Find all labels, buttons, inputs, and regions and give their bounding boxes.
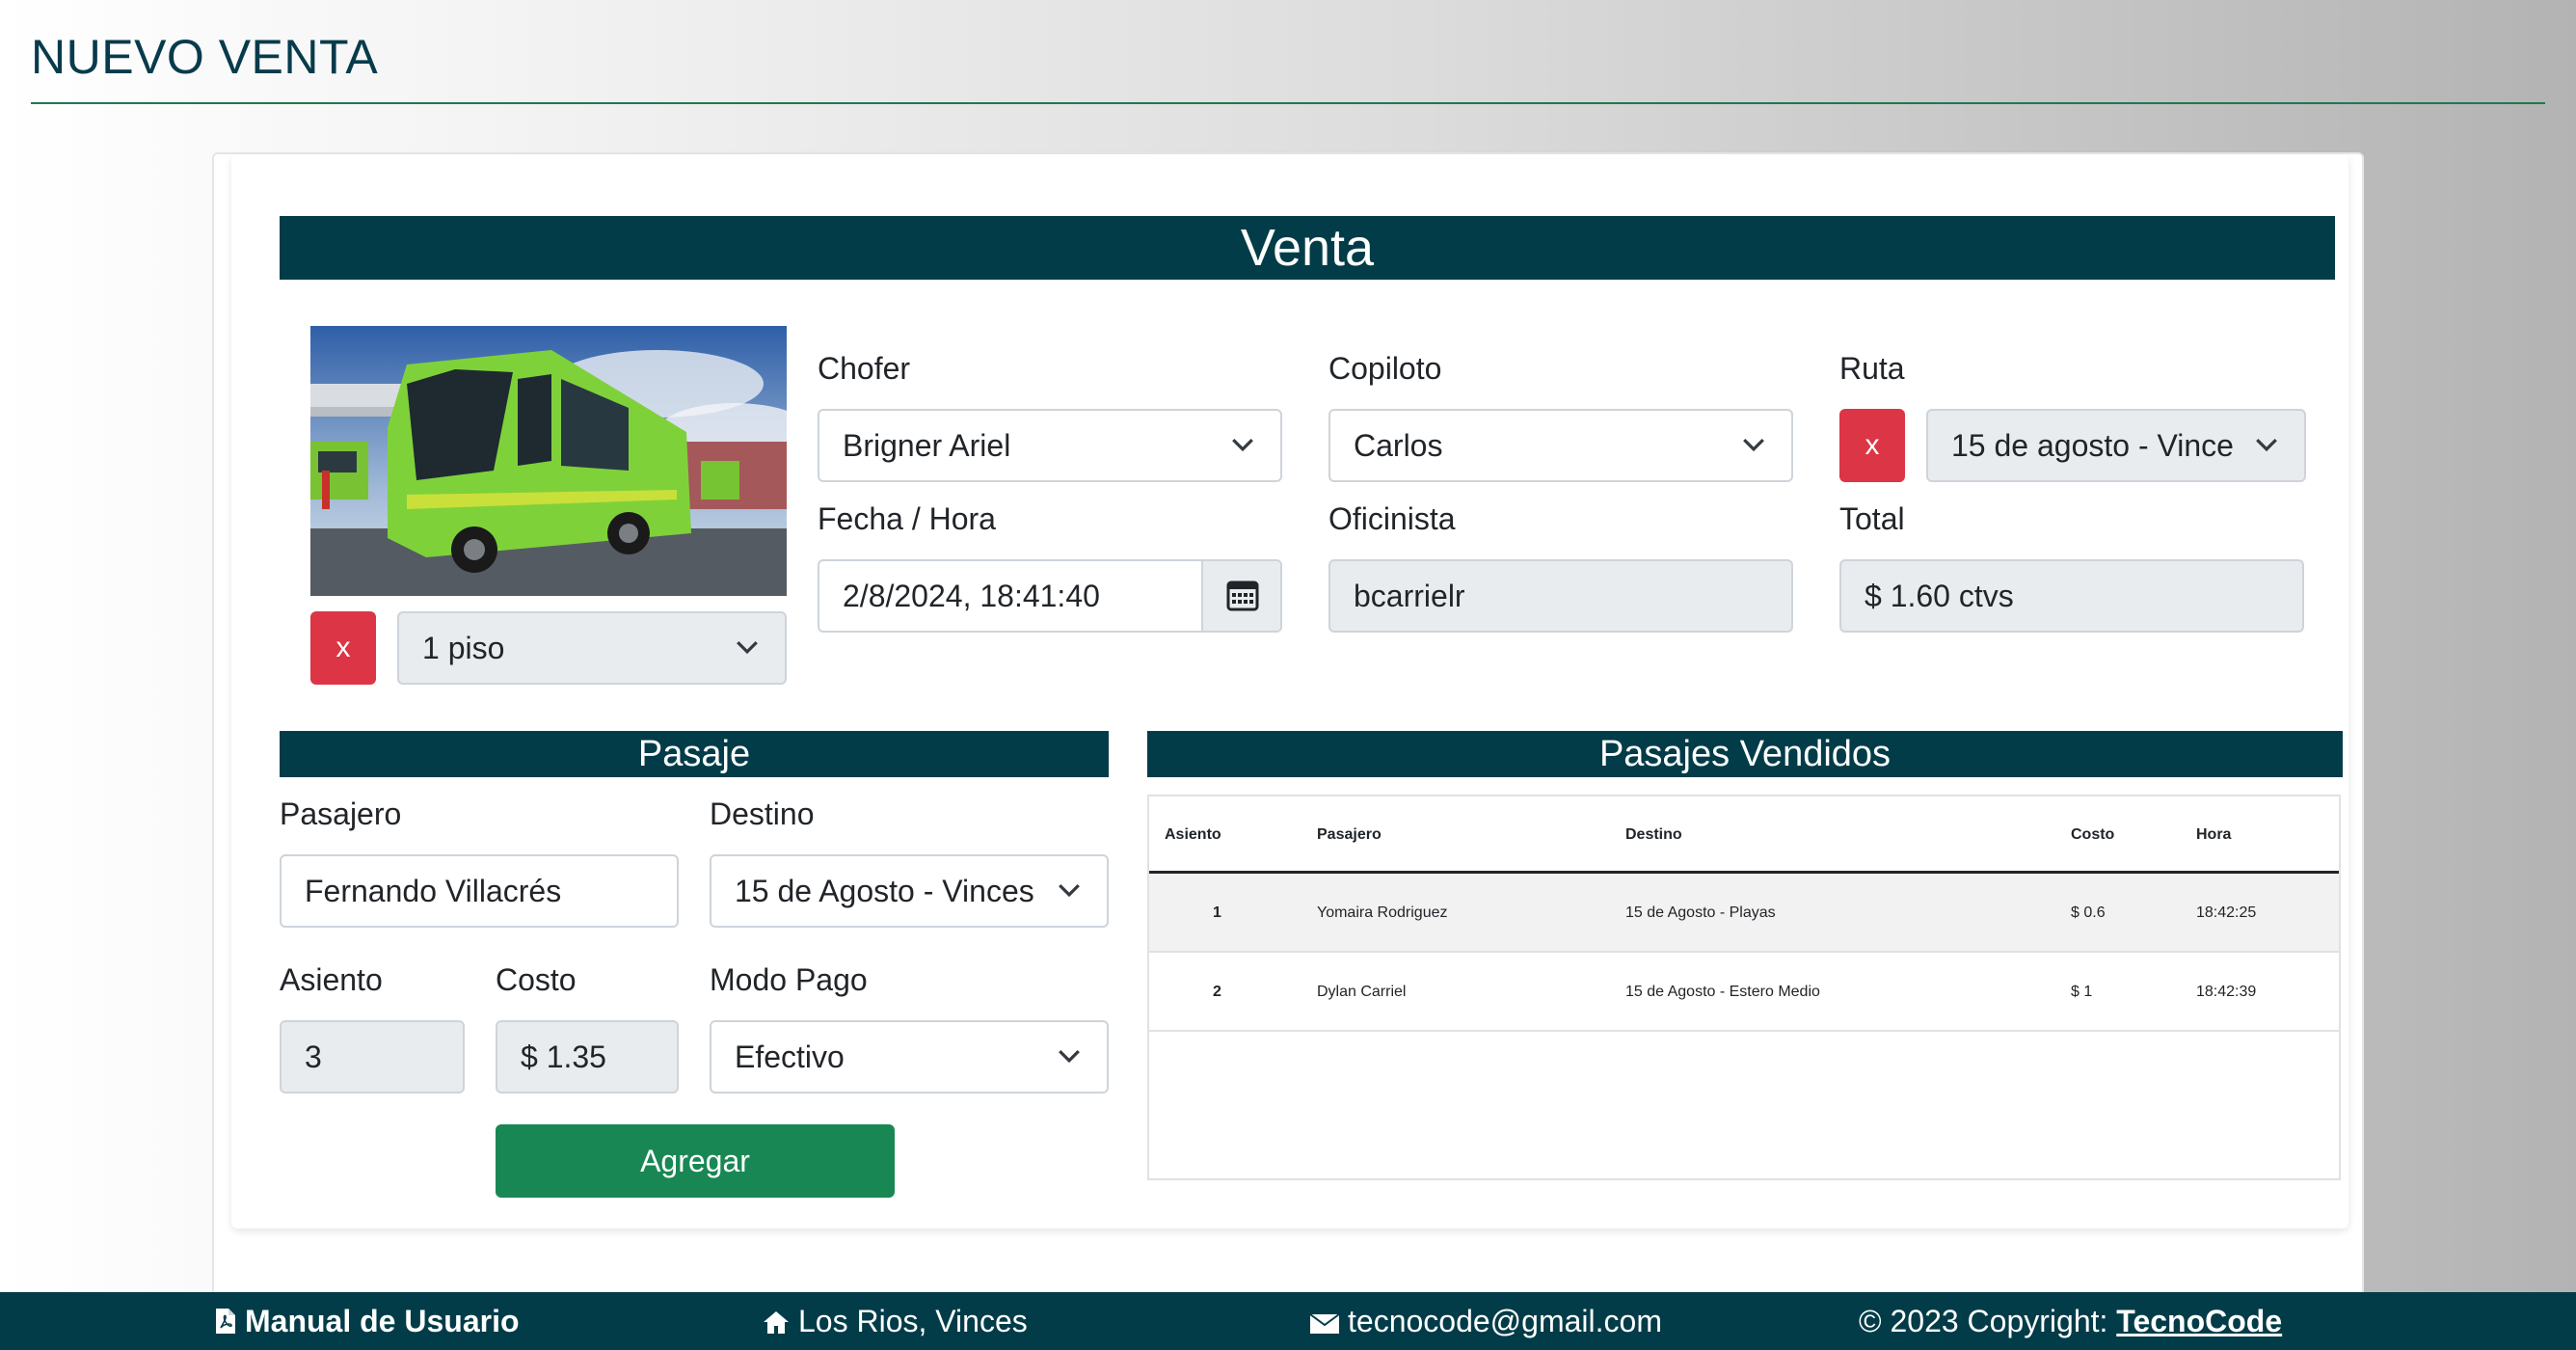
copiloto-label: Copiloto xyxy=(1328,351,1442,386)
venta-card: Venta x 1 piso Chofer Brigner Ariel Copi… xyxy=(231,154,2348,1228)
bus-image xyxy=(310,326,787,596)
chevron-down-icon xyxy=(1743,438,1764,452)
location-label: Los Rios, Vinces xyxy=(798,1304,1028,1338)
asiento-label: Asiento xyxy=(280,962,383,997)
row-hora: 18:42:39 xyxy=(2196,984,2257,1000)
oficinista-value: bcarrielr xyxy=(1354,579,1465,613)
table-row[interactable]: 1 Yomaira Rodriguez 15 de Agosto - Playa… xyxy=(1149,874,2339,953)
row-asiento: 2 xyxy=(1213,984,1221,1000)
asiento-value: 3 xyxy=(305,1040,322,1074)
column-header-destino: Destino xyxy=(1625,826,1682,843)
chofer-label: Chofer xyxy=(818,351,911,386)
row-destino: 15 de Agosto - Estero Medio xyxy=(1625,984,1820,1000)
total-label: Total xyxy=(1839,501,1905,536)
column-header-costo: Costo xyxy=(2071,826,2115,843)
venta-header: Venta xyxy=(280,216,2335,280)
row-costo: $ 1 xyxy=(2071,984,2093,1000)
chevron-down-icon xyxy=(1059,1049,1080,1064)
costo-field: $ 1.35 xyxy=(496,1020,679,1094)
column-header-hora: Hora xyxy=(2196,826,2232,843)
modo-pago-select[interactable]: Efectivo xyxy=(710,1020,1109,1094)
main-card: Venta x 1 piso Chofer Brigner Ariel Copi… xyxy=(212,152,2364,1350)
page-header: NUEVO VENTA xyxy=(31,29,2545,104)
column-header-asiento: Asiento xyxy=(1165,826,1221,843)
asiento-field: 3 xyxy=(280,1020,465,1094)
chevron-down-icon xyxy=(737,640,758,655)
calendar-icon xyxy=(1226,580,1259,611)
email[interactable]: tecnocode@gmail.com xyxy=(1309,1292,1662,1350)
page-title: NUEVO VENTA xyxy=(31,30,379,84)
costo-label: Costo xyxy=(496,962,577,997)
ruta-select-value: 15 de agosto - Vince xyxy=(1951,428,2234,463)
table-header-row: Asiento Pasajero Destino Costo Hora xyxy=(1149,796,2339,874)
agregar-button[interactable]: Agregar xyxy=(496,1124,895,1198)
tecnocode-link[interactable]: TecnoCode xyxy=(2116,1304,2282,1338)
chofer-select[interactable]: Brigner Ariel xyxy=(818,409,1282,482)
envelope-icon xyxy=(1309,1313,1340,1334)
row-asiento: 1 xyxy=(1213,904,1221,921)
manual-link[interactable]: Manual de Usuario xyxy=(214,1292,520,1350)
oficinista-field: bcarrielr xyxy=(1328,559,1793,633)
modo-pago-select-value: Efectivo xyxy=(735,1040,845,1074)
remove-ruta-button[interactable]: x xyxy=(1839,409,1905,482)
destino-label: Destino xyxy=(710,796,815,831)
copiloto-select[interactable]: Carlos xyxy=(1328,409,1793,482)
copyright-label: © 2023 Copyright: xyxy=(1859,1304,2117,1338)
piso-select[interactable]: 1 piso xyxy=(397,611,787,685)
pasaje-header: Pasaje xyxy=(280,731,1109,777)
oficinista-label: Oficinista xyxy=(1328,501,1456,536)
row-hora: 18:42:25 xyxy=(2196,904,2257,921)
pasajero-label: Pasajero xyxy=(280,796,402,831)
pasajes-vendidos-table: Asiento Pasajero Destino Costo Hora 1 Yo… xyxy=(1147,795,2341,1180)
fecha-label: Fecha / Hora xyxy=(818,501,996,536)
total-value: $ 1.60 ctvs xyxy=(1865,579,2014,613)
row-destino: 15 de Agosto - Playas xyxy=(1625,904,1776,921)
pasajero-input[interactable]: Fernando Villacrés xyxy=(280,854,679,928)
table-row[interactable]: 2 Dylan Carriel 15 de Agosto - Estero Me… xyxy=(1149,953,2339,1032)
manual-label: Manual de Usuario xyxy=(245,1304,520,1338)
remove-piso-button[interactable]: x xyxy=(310,611,376,685)
column-header-pasajero: Pasajero xyxy=(1317,826,1382,843)
total-field: $ 1.60 ctvs xyxy=(1839,559,2304,633)
pasajero-value: Fernando Villacrés xyxy=(305,874,562,908)
chevron-down-icon xyxy=(2256,438,2277,452)
row-pasajero: Yomaira Rodriguez xyxy=(1317,904,1448,921)
email-label: tecnocode@gmail.com xyxy=(1348,1304,1662,1338)
row-costo: $ 0.6 xyxy=(2071,904,2106,921)
chofer-select-value: Brigner Ariel xyxy=(843,428,1011,463)
row-pasajero: Dylan Carriel xyxy=(1317,984,1407,1000)
copiloto-select-value: Carlos xyxy=(1354,428,1443,463)
destino-select-value: 15 de Agosto - Vinces xyxy=(735,874,1034,908)
footer: Manual de Usuario Los Rios, Vinces tecno… xyxy=(0,1292,2576,1350)
fecha-value: 2/8/2024, 18:41:40 xyxy=(843,579,1100,613)
copyright: © 2023 Copyright: TecnoCode xyxy=(1859,1292,2282,1350)
home-icon xyxy=(764,1311,789,1334)
pdf-file-icon xyxy=(216,1309,235,1334)
location: Los Rios, Vinces xyxy=(762,1292,1028,1350)
pasajes-vendidos-header: Pasajes Vendidos xyxy=(1147,731,2343,777)
chevron-down-icon xyxy=(1059,883,1080,898)
destino-select[interactable]: 15 de Agosto - Vinces xyxy=(710,854,1109,928)
chevron-down-icon xyxy=(1232,438,1253,452)
fecha-input[interactable]: 2/8/2024, 18:41:40 xyxy=(818,559,1282,633)
ruta-label: Ruta xyxy=(1839,351,1905,386)
costo-value: $ 1.35 xyxy=(521,1040,606,1074)
modo-pago-label: Modo Pago xyxy=(710,962,868,997)
ruta-select[interactable]: 15 de agosto - Vince xyxy=(1926,409,2306,482)
calendar-button[interactable] xyxy=(1201,561,1280,631)
piso-select-value: 1 piso xyxy=(422,631,505,665)
